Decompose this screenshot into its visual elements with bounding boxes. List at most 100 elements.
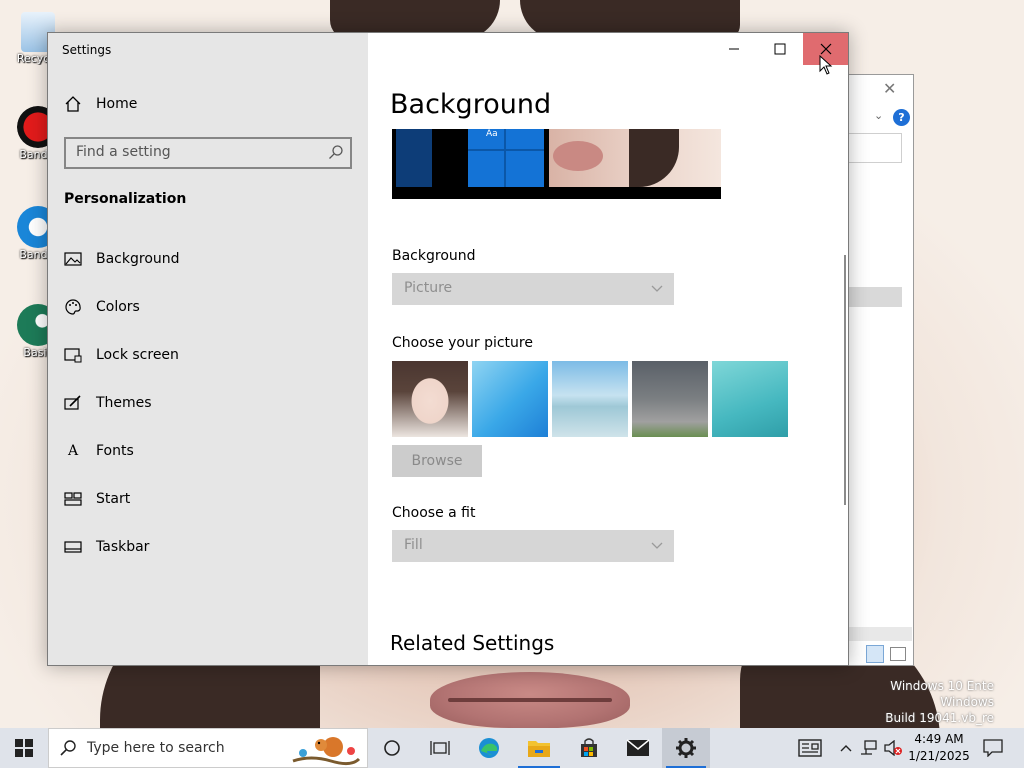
nav-item-background[interactable]: Background [64,250,180,268]
chevron-down-icon [651,542,663,549]
settings-nav-pane: Settings Home Find a setting Personaliza… [48,33,368,665]
mail-icon [626,739,650,756]
nav-item-label: Lock screen [96,347,179,363]
picture-thumbnail[interactable] [472,361,548,437]
file-explorer-icon [528,741,550,757]
settings-taskbar-button[interactable] [662,728,710,768]
taskbar-icon [64,538,82,556]
details-view-icon[interactable] [866,645,884,663]
mouse-cursor-icon [819,55,833,75]
edge-icon [479,738,499,758]
nav-item-lock-screen[interactable]: Lock screen [64,346,179,364]
picture-icon [64,250,82,268]
picture-thumbnail[interactable] [712,361,788,437]
search-icon [60,740,76,756]
picture-thumbnail[interactable] [392,361,468,437]
background-explorer-window: ✕ ⌄ ? [846,74,914,666]
selected-row[interactable] [848,287,902,307]
nav-item-themes[interactable]: Themes [64,394,152,412]
nav-item-label: Colors [96,299,140,315]
chevron-down-icon [651,285,663,292]
nav-home[interactable]: Home [64,95,137,113]
cortana-icon [384,740,400,756]
chevron-up-icon [840,745,852,752]
settings-content: Background Aa Background Picture Choose … [368,33,848,665]
preview-wallpaper [549,129,721,187]
cortana-button[interactable] [368,728,416,768]
home-icon [65,96,81,112]
large-icons-view-icon[interactable] [890,647,906,661]
choose-fit-label: Choose a fit [392,505,476,521]
squirrel-illustration-icon [292,737,361,766]
font-icon: A [67,443,79,459]
volume-button[interactable] [882,728,904,768]
window-title: Settings [62,43,112,57]
lock-screen-icon [64,346,82,364]
start-icon [64,490,82,508]
nav-item-label: Start [96,491,131,507]
network-button[interactable] [858,728,880,768]
palette-icon [64,298,82,316]
search-icon[interactable] [328,144,344,160]
news-button[interactable] [792,728,828,768]
store-button[interactable] [564,728,614,768]
background-dropdown[interactable]: Picture [392,273,674,305]
wallpaper-lips [430,672,630,728]
background-label: Background [392,248,476,264]
preview-tiles: Aa [468,129,544,187]
clock-date: 1/21/2025 [908,749,970,763]
notifications-button[interactable] [978,728,1008,768]
search-placeholder: Find a setting [76,144,171,160]
activation-watermark: Windows 10 Ente Windows Build 19041.vb_r… [885,678,994,726]
brush-icon [64,394,82,412]
choose-picture-label: Choose your picture [392,335,533,351]
nav-item-taskbar[interactable]: Taskbar [64,538,149,556]
nav-item-label: Fonts [96,443,134,459]
mail-button[interactable] [614,728,662,768]
windows-logo-icon [15,739,33,757]
picture-thumbnail[interactable] [552,361,628,437]
taskbar-clock[interactable]: 4:49 AM 1/21/2025 [902,731,976,765]
settings-window: Settings Home Find a setting Personaliza… [47,32,849,666]
vertical-scrollbar[interactable] [844,255,846,505]
nav-item-colors[interactable]: Colors [64,298,140,316]
watermark-line: Windows [940,695,994,709]
picture-thumbnail[interactable] [632,361,708,437]
picture-thumbnails [392,361,788,437]
fit-dropdown-value: Fill [404,537,423,553]
nav-section-title: Personalization [64,191,187,207]
nav-item-start[interactable]: Start [64,490,130,508]
clock-time: 4:49 AM [914,732,964,746]
address-field[interactable] [848,133,902,163]
taskbar-search-placeholder: Type here to search [87,740,225,756]
start-button[interactable] [0,728,48,768]
fit-dropdown[interactable]: Fill [392,530,674,562]
nav-home-label: Home [96,96,138,112]
background-dropdown-value: Picture [404,280,453,296]
preview-tile-text: Aa [486,129,498,139]
preview-start-menu [396,129,432,187]
taskbar-search-box[interactable]: Type here to search [48,728,368,768]
edge-button[interactable] [464,728,514,768]
close-icon[interactable]: ✕ [883,79,896,98]
help-icon[interactable]: ? [893,109,910,126]
task-view-button[interactable] [416,728,464,768]
nav-item-fonts[interactable]: A Fonts [64,442,134,460]
watermark-line: Build 19041.vb_re [885,711,994,725]
related-settings-title: Related Settings [390,631,555,655]
nav-item-label: Background [96,251,180,267]
horizontal-scrollbar[interactable] [846,627,912,641]
find-setting-input[interactable]: Find a setting [64,137,352,169]
chevron-down-icon[interactable]: ⌄ [874,109,883,122]
network-icon [861,740,877,755]
taskbar: Type here to search 4:49 AM 1/21/2025 [0,728,1024,768]
store-icon [581,738,597,757]
volume-muted-icon [884,740,902,756]
page-title: Background [390,89,552,120]
show-hidden-icons-button[interactable] [836,728,856,768]
background-preview: Aa [392,129,721,199]
task-view-icon [430,741,450,755]
file-explorer-button[interactable] [514,728,564,768]
notification-icon [983,739,1003,757]
browse-button[interactable]: Browse [392,445,482,477]
